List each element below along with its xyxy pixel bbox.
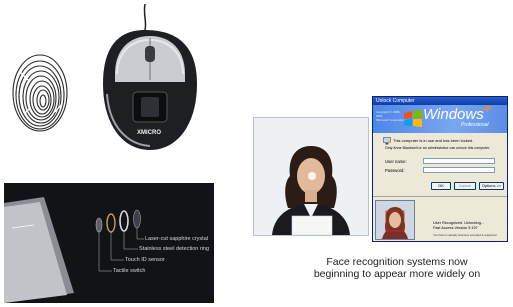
face-recognition-photo [253, 117, 369, 236]
unlock-computer-dialog: Unlock Computer Copyright © 1985-2001 Mi… [372, 96, 508, 242]
fingerprint-image [10, 52, 70, 134]
windows-edition: Professional [461, 122, 489, 128]
username-label: User name: [385, 159, 407, 164]
mouse-brand-label: XMICRO [137, 130, 161, 136]
license-note-text: Your face is already licensed, encoded &… [433, 233, 497, 237]
copyright-text: Copyright © 1985-2001 Microsoft Corporat… [376, 110, 405, 122]
username-field[interactable] [423, 158, 495, 164]
windows-wordmark: Windows [423, 106, 484, 123]
ok-button[interactable]: OK [431, 182, 451, 190]
dialog-title: Unlock Computer [373, 97, 507, 105]
caption-text: Face recognition systems now beginning t… [282, 256, 512, 280]
label-touch-id-sensor: Touch ID sensor [125, 257, 165, 263]
label-tactile-switch: Tactile switch [113, 268, 146, 274]
fingerprint-mouse-image: XMICRO [95, 3, 205, 154]
touch-id-diagram: Laser-cut sapphire crystal Stainless ste… [4, 183, 214, 303]
lock-message: This computer is in use and has been loc… [393, 138, 474, 143]
windows-version: xp [483, 105, 492, 112]
admin-message: Only Anne Blackwell or an administrator … [385, 146, 491, 150]
password-field[interactable] [423, 167, 495, 173]
user-recognized-text: User Recognized. Unlocking... [433, 221, 485, 225]
recognized-face-thumbnail [375, 200, 415, 240]
caption-line-1: Face recognition systems now [326, 256, 468, 268]
dialog-divider [373, 196, 507, 197]
password-label: Password: [385, 168, 405, 173]
caption-line-2: beginning to appear more widely on [313, 268, 481, 280]
lock-computer-icon [383, 137, 391, 145]
label-detection-ring: Stainless steel detection ring [139, 246, 210, 252]
fast-access-version-text: Fast Access Version 9.197 [433, 226, 478, 230]
windows-flag-icon [404, 110, 422, 127]
cancel-button[interactable]: Cancel [454, 182, 476, 190]
label-sapphire-crystal: Laser-cut sapphire crystal [145, 236, 208, 242]
options-button[interactable]: Options >> [479, 182, 504, 190]
